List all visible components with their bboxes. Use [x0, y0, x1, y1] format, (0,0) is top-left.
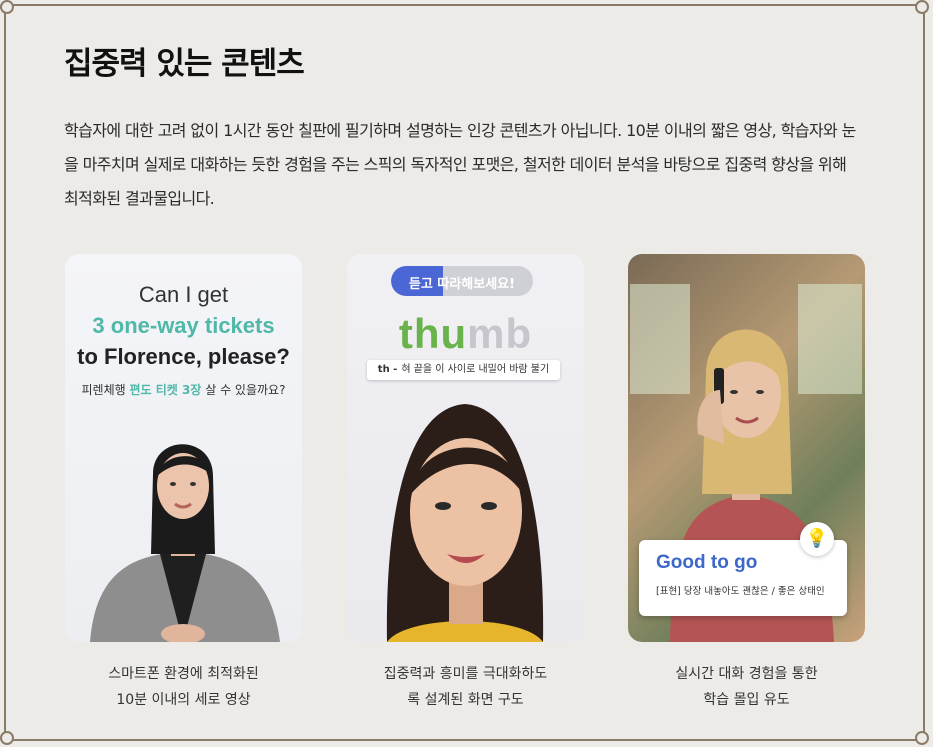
pronunciation-hint: th -혀 끝을 이 사이로 내밀어 바람 불기 [367, 360, 560, 380]
english-sentence-line: Can I get [138, 282, 229, 307]
screen-composition-card: 듣고 따라해보세요! thumb th -혀 끝을 이 사이로 내밀어 바람 불… [347, 254, 584, 642]
translation-highlight: 편도 티켓 3장 [129, 383, 202, 397]
lightbulb-icon: 💡 [800, 522, 834, 556]
listen-repeat-pill: 듣고 따라해보세요! [391, 266, 533, 296]
frame-corner-ornament [0, 0, 14, 14]
card-caption: 스마트폰 환경에 최적화된 10분 이내의 세로 영상 [108, 666, 259, 708]
section-title: 집중력 있는 콘텐츠 [64, 46, 305, 82]
frame-corner-ornament [0, 731, 14, 745]
frame-corner-ornament [915, 731, 929, 745]
english-sentence-line: to Florence, please? [77, 344, 290, 369]
korean-translation: 피렌체행 편도 티켓 3장 살 수 있을까요? [81, 383, 286, 397]
card-caption: 실시간 대화 경험을 통한 학습 몰입 유도 [675, 666, 818, 708]
card-caption: 집중력과 흥미를 극대화하도 록 설계된 화면 구도 [383, 666, 548, 708]
realtime-conversation-card: Good to go [표현] 당장 내놓아도 괜찮은 / 좋은 상태인 💡 [628, 254, 865, 642]
pill-label: 듣고 따라해보세요! [408, 277, 516, 292]
pronunciation-word: thumb [398, 310, 533, 357]
tutor-woman-illustration [90, 444, 280, 642]
expression-title: Good to go [656, 552, 758, 573]
english-sentence-highlight: 3 one-way tickets [92, 313, 275, 338]
tutor-closeup-illustration [386, 404, 544, 642]
vertical-video-card: Can I get 3 one-way tickets to Florence,… [65, 254, 302, 642]
section-description: 학습자에 대한 고려 없이 1시간 동안 칠판에 필기하며 설명하는 인강 콘텐… [64, 121, 856, 208]
frame-corner-ornament [915, 0, 929, 14]
expression-meaning: [표현] 당장 내놓아도 괜찮은 / 좋은 상태인 [656, 586, 825, 597]
